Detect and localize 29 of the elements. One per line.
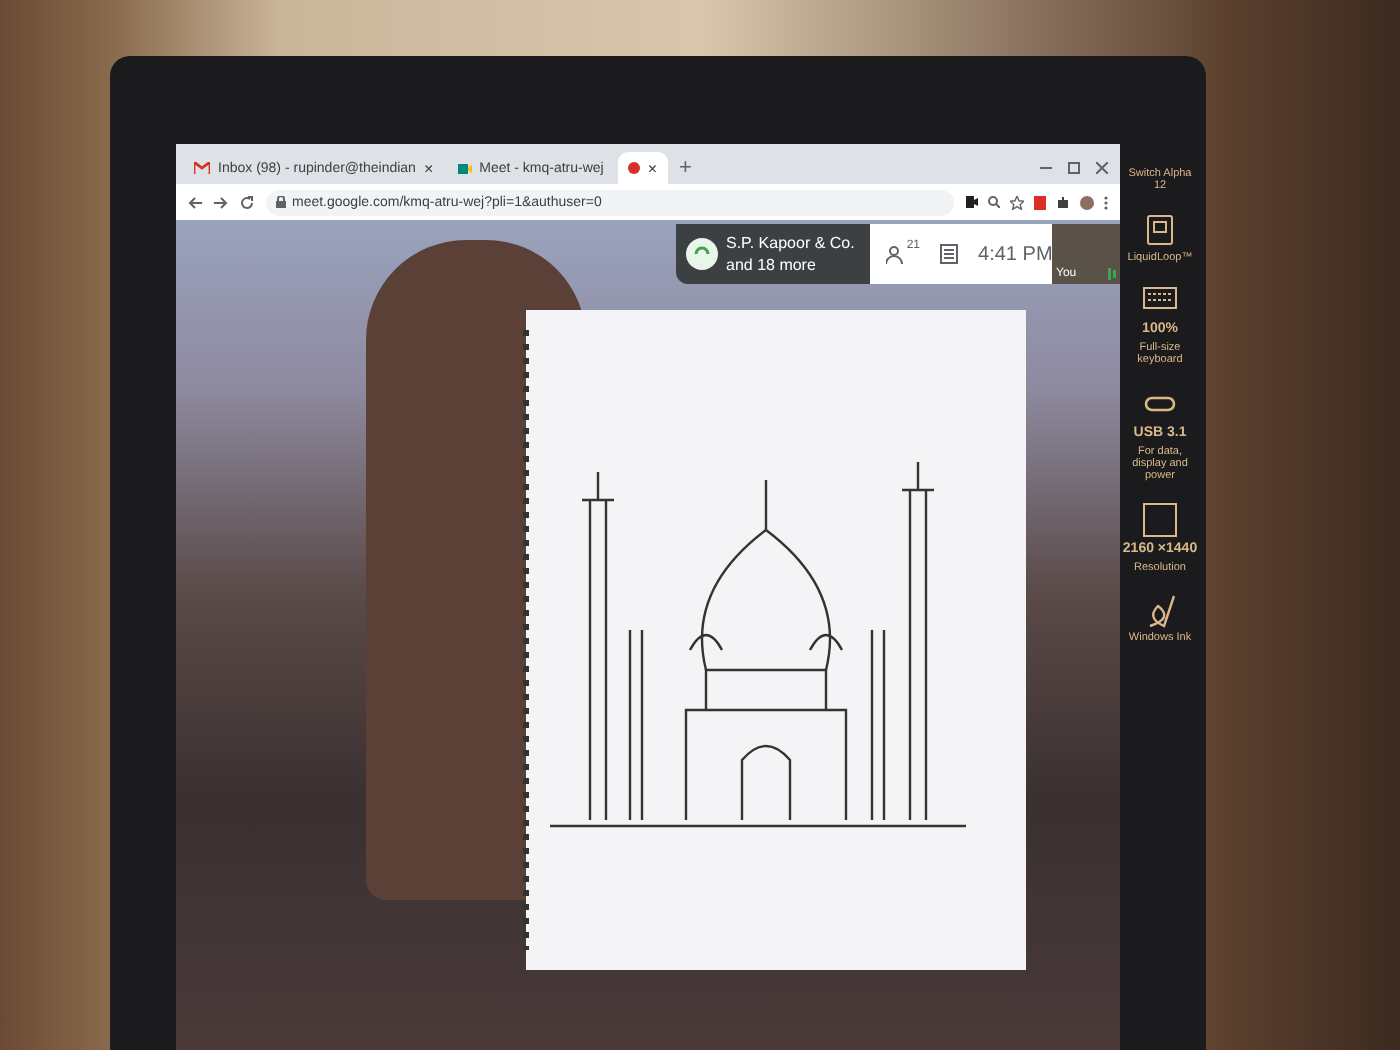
meeting-clock: 4:41 PM [978,243,1053,265]
minimize-icon [1040,162,1052,174]
puzzle-icon [1056,195,1070,209]
lock-icon [276,196,286,208]
star-icon [1010,195,1024,209]
close-icon [1096,162,1108,174]
video-camera-icon [457,161,472,175]
close-tab-button[interactable]: × [423,159,434,177]
mail-icon [194,162,210,174]
camera-icon [966,196,978,208]
new-tab-button[interactable]: + [671,152,700,184]
forward-arrow-icon [214,195,228,209]
search-icon [988,196,1000,208]
meeting-name: S.P. Kapoor & Co. [726,234,855,252]
back-arrow-icon [188,195,202,209]
microphone-level-icon [1108,268,1116,280]
meeting-subtitle: and 18 more [726,256,818,274]
pdf-icon [1034,195,1046,209]
chip-icon [1142,211,1178,248]
company-logo-icon [686,238,718,270]
avatar-icon [1080,195,1094,209]
browser-tab[interactable]: × [617,152,668,184]
chat-icon [940,244,959,264]
reload-icon [240,195,254,209]
record-dot-icon [627,162,640,174]
people-icon [886,245,907,263]
maximize-icon [1068,162,1080,174]
close-tab-button[interactable]: × [647,159,658,177]
screen-icon [1142,501,1178,538]
